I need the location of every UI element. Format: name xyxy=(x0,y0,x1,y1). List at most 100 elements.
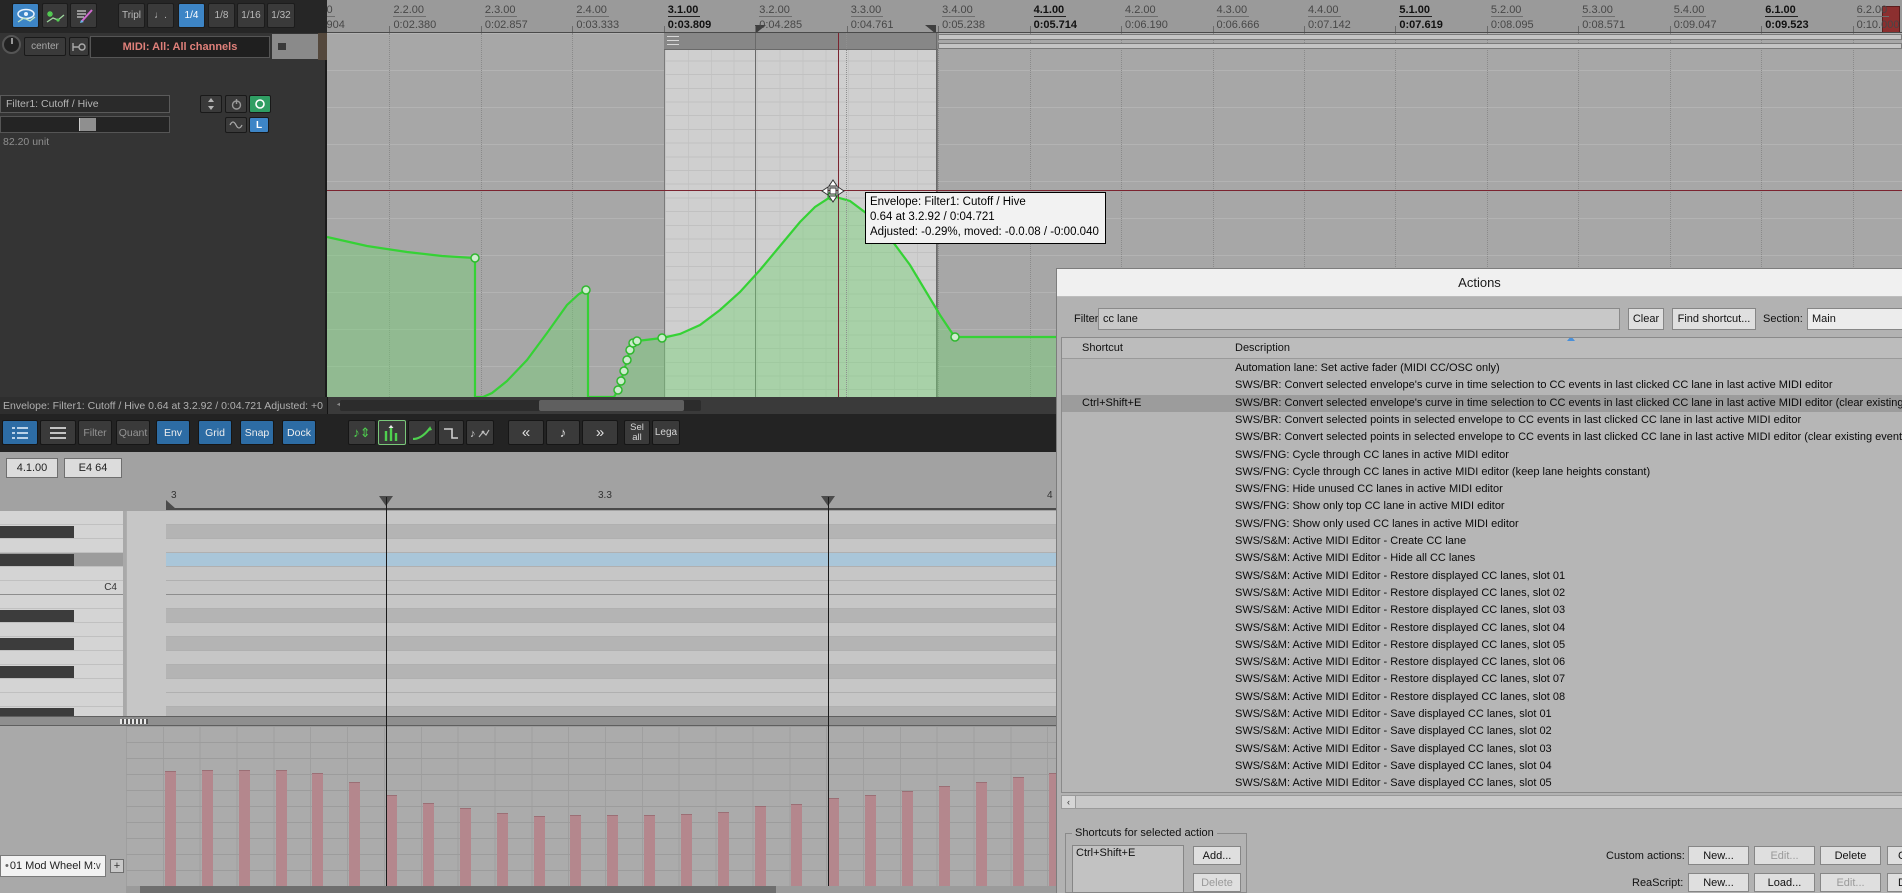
cc-event-bar[interactable] xyxy=(496,813,508,886)
action-row[interactable]: SWS/BR: Convert selected points in selec… xyxy=(1062,429,1902,446)
filter-input[interactable]: cc lane xyxy=(1098,308,1620,330)
slider-thumb[interactable] xyxy=(79,118,96,131)
cc-event-bar[interactable] xyxy=(680,814,692,886)
note-grid-row[interactable] xyxy=(166,637,1056,651)
description-column-header[interactable]: Description xyxy=(1235,342,1290,354)
envelope-shape-button[interactable] xyxy=(225,117,247,133)
actions-list[interactable]: Shortcut Description Automation lane: Se… xyxy=(1061,337,1902,793)
reascript-new-button[interactable]: New... xyxy=(1688,873,1749,892)
envelope-point[interactable] xyxy=(470,253,480,263)
midi-note-grid[interactable] xyxy=(126,511,1056,716)
cc-event-bar[interactable] xyxy=(754,806,766,886)
midi-filter-display[interactable]: MIDI: All: All channels xyxy=(90,36,270,58)
envelope-name-field[interactable]: Filter1: Cutoff / Hive xyxy=(0,95,170,113)
toolbar-button-[interactable]: ♩. xyxy=(147,3,174,28)
scroll-left-arrow-icon[interactable]: ‹ xyxy=(1062,796,1076,808)
action-row[interactable]: SWS/FNG: Show only used CC lanes in acti… xyxy=(1062,516,1902,533)
note-grid-row[interactable] xyxy=(166,623,1056,637)
cc-event-bar[interactable] xyxy=(238,770,250,886)
action-row[interactable]: SWS/S&M: Active MIDI Editor - Save displ… xyxy=(1062,741,1902,758)
envelope-point[interactable] xyxy=(657,333,667,343)
pan-knob[interactable] xyxy=(2,35,21,54)
envelope-value-slider[interactable] xyxy=(0,116,170,133)
action-row[interactable]: SWS/S&M: Active MIDI Editor - Restore di… xyxy=(1062,637,1902,654)
cc-event-bar[interactable] xyxy=(349,782,361,886)
docker-tab[interactable] xyxy=(272,34,318,59)
actions-list-hscrollbar[interactable]: ‹ xyxy=(1061,795,1902,809)
select-all-button[interactable]: Sel all xyxy=(624,420,650,445)
find-shortcut-button[interactable]: Find shortcut... xyxy=(1672,308,1756,330)
piano-key[interactable] xyxy=(0,651,123,665)
shortcut-item[interactable]: Ctrl+Shift+E xyxy=(1076,847,1180,859)
midi-toolbar-quant-button[interactable]: Quant xyxy=(116,420,150,445)
piano-key[interactable] xyxy=(0,637,123,651)
custom-action-edit-button[interactable]: Edit... xyxy=(1754,846,1815,865)
action-row[interactable]: SWS/S&M: Active MIDI Editor - Restore di… xyxy=(1062,654,1902,671)
note-field[interactable]: E4 64 xyxy=(64,458,122,478)
cc-event-bar[interactable] xyxy=(312,773,324,886)
actions-dialog-title[interactable]: Actions xyxy=(1057,269,1902,297)
cc-event-bar[interactable] xyxy=(717,812,729,886)
custom-action-c-button[interactable]: C xyxy=(1887,846,1902,865)
note-grid-row[interactable] xyxy=(166,609,1056,623)
custom-action-delete-button[interactable]: Delete xyxy=(1820,846,1881,865)
midi-toolbar-dock-button[interactable]: Dock xyxy=(282,420,316,445)
action-row[interactable]: Automation lane: Set active fader (MIDI … xyxy=(1062,360,1902,377)
envelope-point[interactable] xyxy=(622,355,632,365)
cc-event-bar[interactable] xyxy=(938,786,950,886)
midi-toolbar-snap-button[interactable]: Snap xyxy=(240,420,274,445)
clear-button[interactable]: Clear xyxy=(1628,308,1664,330)
midi-toolbar-filter-button[interactable]: Filter xyxy=(78,420,112,445)
reascript-d-button[interactable]: D xyxy=(1887,873,1902,892)
note-grid-row[interactable] xyxy=(166,567,1056,581)
arrange-timeline-ruler[interactable]: 2.1.00 0:01.904 2.2.00 0:02.380 2.3.00 0:02.8… xyxy=(327,0,1902,33)
action-row[interactable]: SWS/S&M: Active MIDI Editor - Restore di… xyxy=(1062,620,1902,637)
midi-horizontal-scrollbar[interactable] xyxy=(126,886,1056,893)
scrollbar-thumb[interactable] xyxy=(140,886,776,893)
shortcuts-listbox[interactable]: Ctrl+Shift+E xyxy=(1072,845,1184,893)
piano-key[interactable] xyxy=(0,525,123,539)
action-row[interactable]: SWS/BR: Convert selected envelope's curv… xyxy=(1062,377,1902,394)
piano-key[interactable] xyxy=(0,693,123,707)
action-row[interactable]: SWS/S&M: Active MIDI Editor - Restore di… xyxy=(1062,602,1902,619)
scrollbar-thumb[interactable] xyxy=(539,400,684,411)
envelope-active-button[interactable] xyxy=(249,95,271,113)
envelope-point[interactable] xyxy=(950,332,960,342)
cc-event-bar[interactable] xyxy=(865,795,877,886)
black-key[interactable] xyxy=(0,708,74,716)
note-grid-row[interactable] xyxy=(166,553,1056,567)
piano-keys[interactable]: C4 xyxy=(0,511,126,716)
piano-key[interactable] xyxy=(0,707,123,716)
toolbar-button-116[interactable]: 1/16 xyxy=(237,3,265,28)
cc-event-bar[interactable] xyxy=(386,795,398,886)
piano-key[interactable] xyxy=(0,567,123,581)
cc-event-bar[interactable] xyxy=(570,815,582,886)
note-transpose-button[interactable]: ♪⇕ xyxy=(348,420,376,445)
cc-event-bar[interactable] xyxy=(275,770,287,886)
add-cc-lane-button[interactable]: + xyxy=(110,859,124,873)
note-grid-row[interactable] xyxy=(166,693,1056,707)
envelope-learn-button[interactable]: L xyxy=(249,117,269,133)
action-row[interactable]: SWS/S&M: Active MIDI Editor - Save displ… xyxy=(1062,775,1902,792)
toolbar-button-Tripl[interactable]: Tripl xyxy=(118,3,145,28)
note-grid-row[interactable] xyxy=(166,679,1056,693)
toolbar-button-18[interactable]: 1/8 xyxy=(208,3,235,28)
reascript-edit-button[interactable]: Edit... xyxy=(1820,873,1881,892)
action-row[interactable]: SWS/S&M: Active MIDI Editor - Save displ… xyxy=(1062,793,1902,794)
piano-key[interactable] xyxy=(0,609,123,623)
lane-divider[interactable] xyxy=(0,716,1056,726)
item-properties-button[interactable] xyxy=(70,3,97,28)
envelope-point[interactable] xyxy=(632,336,642,346)
black-key[interactable] xyxy=(0,554,74,566)
action-row[interactable]: SWS/S&M: Active MIDI Editor - Hide all C… xyxy=(1062,550,1902,567)
action-row[interactable]: SWS/S&M: Active MIDI Editor - Save displ… xyxy=(1062,723,1902,740)
action-row[interactable]: SWS/FNG: Hide unused CC lanes in active … xyxy=(1062,481,1902,498)
next-note-button[interactable]: » xyxy=(582,420,618,445)
cc-event-bar[interactable] xyxy=(201,770,213,886)
envelope-point[interactable] xyxy=(619,366,629,376)
piano-key[interactable] xyxy=(0,539,123,553)
black-key[interactable] xyxy=(0,526,74,538)
cc-event-bar[interactable] xyxy=(902,791,913,886)
note-grid-row[interactable] xyxy=(166,665,1056,679)
envelope-point[interactable] xyxy=(613,385,623,395)
